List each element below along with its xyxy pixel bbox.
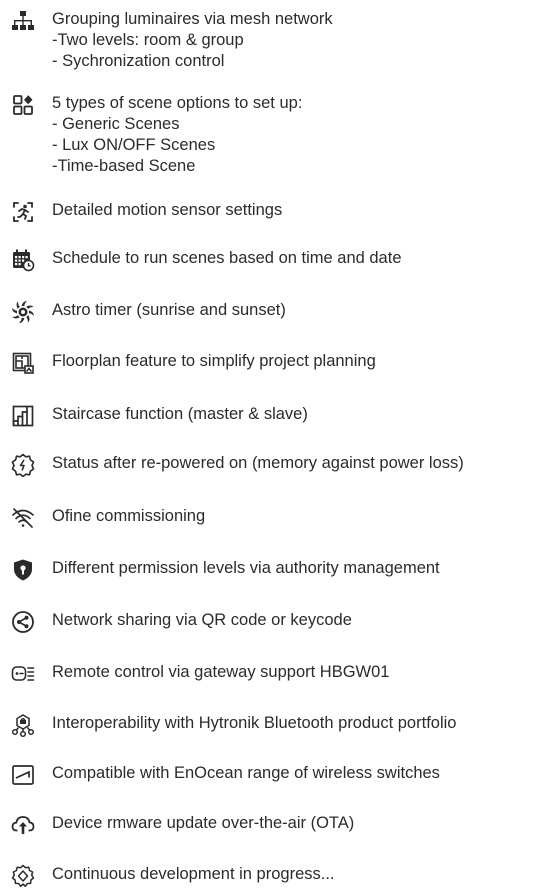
share-icon [10, 609, 36, 635]
feature-item-enocean: Compatible with EnOcean range of wireles… [10, 762, 555, 788]
power-memory-icon [10, 452, 36, 478]
feature-item-motion-sensor: Detailed motion sensor settings [10, 199, 555, 225]
cloud-upload-icon [10, 812, 36, 838]
development-gear-icon [10, 863, 36, 889]
feature-title: Compatible with EnOcean range of wireles… [52, 764, 440, 782]
motion-sensor-icon [10, 199, 36, 225]
offline-icon [10, 505, 36, 531]
feature-item-ota-update: Device rmware update over-the-air (OTA) [10, 812, 555, 838]
feature-title: Status after re-powered on (memory again… [52, 454, 464, 472]
feature-item-floorplan: Floorplan feature to simplify project pl… [10, 350, 555, 376]
feature-item-schedule: Schedule to run scenes based on time and… [10, 247, 555, 273]
feature-item-development: Continuous development in progress... [10, 863, 555, 889]
feature-item-staircase: Staircase function (master & slave) [10, 403, 555, 429]
feature-item-network-sharing: Network sharing via QR code or keycode [10, 609, 555, 635]
feature-item-offline: Ofine commissioning [10, 505, 555, 531]
staircase-icon [10, 403, 36, 429]
feature-title: Ofine commissioning [52, 507, 206, 525]
interoperability-icon [10, 712, 36, 738]
feature-item-astro-timer: Astro timer (sunrise and sunset) [10, 299, 555, 325]
feature-subitem: - Lux ON/OFF Scenes [52, 136, 216, 154]
feature-title: Continuous development in progress... [52, 865, 335, 883]
calendar-schedule-icon [10, 247, 36, 273]
feature-item-permissions: Different permission levels via authorit… [10, 557, 555, 583]
feature-title: Grouping luminaires via mesh network [52, 10, 333, 28]
astro-timer-icon [10, 299, 36, 325]
feature-item-interoperability: Interoperability with Hytronik Bluetooth… [10, 712, 555, 738]
scene-options-icon [10, 92, 36, 118]
mesh-network-icon [10, 8, 36, 34]
floorplan-icon [10, 350, 36, 376]
feature-title: Device rmware update over-the-air (OTA) [52, 814, 355, 832]
feature-title: Remote control via gateway support HBGW0… [52, 663, 390, 681]
feature-subitem: -Time-based Scene [52, 157, 196, 175]
feature-item-remote-control: Remote control via gateway support HBGW0… [10, 661, 555, 687]
feature-title: Astro timer (sunrise and sunset) [52, 301, 286, 319]
feature-title: Detailed motion sensor settings [52, 201, 283, 219]
feature-title: Staircase function (master & slave) [52, 405, 308, 423]
feature-subitem: - Sychronization control [52, 52, 225, 70]
feature-title: Different permission levels via authorit… [52, 559, 440, 577]
feature-title: Network sharing via QR code or keycode [52, 611, 352, 629]
feature-item-power-memory: Status after re-powered on (memory again… [10, 452, 555, 478]
feature-subitem: - Generic Scenes [52, 115, 180, 133]
feature-item-mesh-grouping: Grouping luminaires via mesh network -Tw… [10, 8, 555, 72]
feature-title: Floorplan feature to simplify project pl… [52, 352, 376, 370]
feature-title: 5 types of scene options to set up: [52, 94, 303, 112]
feature-title: Schedule to run scenes based on time and… [52, 249, 402, 267]
feature-subitem: -Two levels: room & group [52, 31, 244, 49]
permission-shield-icon [10, 557, 36, 583]
gateway-icon [10, 661, 36, 687]
feature-item-scene-options: 5 types of scene options to set up: - Ge… [10, 92, 555, 177]
feature-title: Interoperability with Hytronik Bluetooth… [52, 714, 457, 732]
enocean-switch-icon [10, 762, 36, 788]
